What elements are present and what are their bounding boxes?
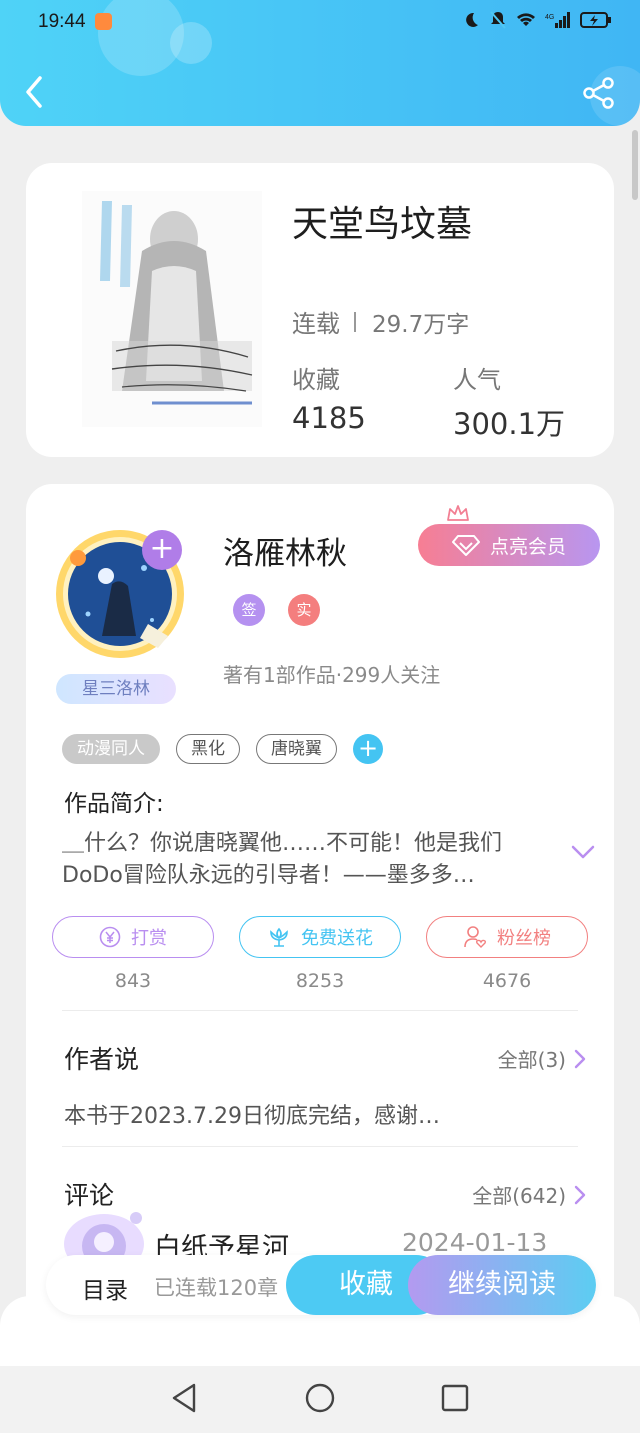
book-title: 天堂鸟坟墓 [292,204,473,245]
fans-rank-button[interactable]: 粉丝榜 [426,916,588,958]
reward-button[interactable]: 打赏 [52,916,214,958]
tag-list: 动漫同人 黑化 唐晓翼 + [62,734,383,764]
chapter-count: 已连载120章 [154,1276,279,1300]
svg-text:4G: 4G [545,14,554,21]
vip-button[interactable]: 点亮会员 [418,524,600,566]
user-heart-icon [464,926,487,948]
chevron-left-icon [26,76,42,108]
reward-action: 打赏 843 [52,916,214,992]
crown-icon [447,505,469,521]
tag-item[interactable]: 黑化 [176,734,240,764]
verified-badge: 实 [288,594,320,626]
yen-coin-icon [99,926,121,948]
comments-more-label: 全部(642) [472,1184,566,1208]
chevron-right-icon [574,1185,586,1204]
section-divider [62,1010,578,1011]
continue-reading-button[interactable]: 继续阅读 [408,1255,596,1315]
reward-count: 843 [114,970,152,992]
tag-item[interactable]: 动漫同人 [62,734,160,764]
action-buttons: 打赏 843 免费送花 8253 粉丝榜 4676 [52,916,588,992]
author-says-more-label: 全部(3) [497,1048,566,1072]
author-says-title: 作者说 [64,1045,140,1074]
flower-count: 8253 [295,970,345,992]
chevron-down-icon [571,845,595,859]
status-time: 19:44 [38,11,86,32]
moon-icon [466,12,478,27]
battery-icon [580,12,611,28]
top-header: 19:44 4G [0,0,640,126]
author-name[interactable]: 洛雁林秋 [223,528,347,573]
comments-title: 评论 [64,1181,115,1210]
intro-title: 作品简介: [64,791,164,817]
nav-recent-apps-icon[interactable] [441,1384,469,1412]
bottom-action-bar: 目录 已连载120章 收藏 继续阅读 [46,1255,596,1315]
word-count: 29.7万字 [372,311,470,338]
author-says-more-link[interactable]: 全部(3) [498,1044,586,1073]
popularity-value: 300.1万 [453,407,566,441]
intro-text: ＿什么？你说唐晓翼他……不可能！他是我们DoDo冒险队永远的引导者！——墨多多… [62,831,503,888]
tag-item[interactable]: 唐晓翼 [256,734,337,764]
vip-label: 点亮会员 [489,535,566,558]
favorites-label: 收藏 [292,366,340,394]
flower-label: 免费送花 [301,928,373,949]
cover-illustration [82,191,262,427]
signal-icon: 4G [545,12,570,28]
book-status-row: 连载 29.7万字 [292,304,469,339]
section-divider [62,1146,578,1147]
author-says-text[interactable]: 本书于2023.7.29日彻底完结，感谢… [64,1098,440,1130]
fans-count: 4676 [482,970,532,992]
reward-label: 打赏 [131,928,167,949]
scrollbar[interactable] [632,130,638,200]
status-divider [354,311,356,332]
chevron-right-icon [574,1049,586,1068]
share-button[interactable] [582,76,616,110]
share-icon [583,77,614,109]
notification-app-icon [95,13,112,30]
serial-status: 连载 [292,310,340,338]
system-navigation-bar [0,1366,640,1433]
back-button[interactable] [20,72,52,112]
flower-icon [270,927,288,947]
signed-badge: 签 [233,594,265,626]
book-info-card: 天堂鸟坟墓 连载 29.7万字 收藏 4185 人气 300.1万 [26,163,614,457]
author-level-badge: 星三洛林 [56,674,176,704]
nav-back-icon[interactable] [170,1382,198,1414]
toc-button[interactable]: 目录 [82,1271,128,1305]
favorites-value: 4185 [292,401,366,435]
comments-more-link[interactable]: 全部(642) [472,1180,586,1209]
add-tag-button[interactable]: + [353,734,383,764]
follow-plus-button[interactable]: + [142,530,182,570]
book-cover[interactable] [82,191,262,427]
fans-action: 粉丝榜 4676 [426,916,588,992]
flower-action: 免费送花 8253 [239,916,401,992]
fans-label: 粉丝榜 [497,928,551,949]
comment-date: 2024-01-13 [402,1228,548,1257]
wifi-icon [517,13,535,26]
author-meta: 著有1部作品·299人关注 [223,663,441,687]
free-flower-button[interactable]: 免费送花 [239,916,401,958]
expand-intro-button[interactable] [570,844,596,860]
popularity-label: 人气 [453,366,501,394]
status-bar: 19:44 4G [0,0,640,44]
bell-off-icon [490,11,506,29]
nav-home-icon[interactable] [305,1383,335,1413]
diamond-icon [451,535,480,556]
status-icons: 4G [462,10,612,30]
